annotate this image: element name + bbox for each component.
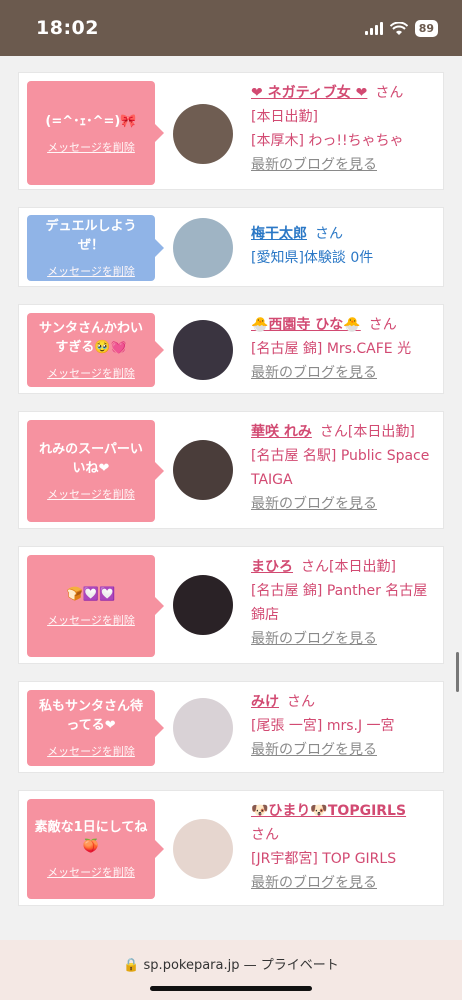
message-text: (=^･ｪ･^=)🎀 [45, 113, 137, 129]
delete-message-link[interactable]: メッセージを削除 [47, 139, 135, 155]
message-text: デュエルしようぜ！ [45, 219, 137, 253]
lock-icon: 🔒 [123, 958, 140, 973]
message-text: 素敵な1日にしてね🍑 [34, 820, 148, 854]
signal-icon [364, 22, 383, 35]
profile-name-link[interactable]: まひろ [251, 559, 293, 575]
delete-message-link[interactable]: メッセージを削除 [47, 263, 135, 279]
scrollbar[interactable] [456, 652, 459, 692]
avatar[interactable] [173, 218, 233, 278]
profile-name-link[interactable]: 🐶ひまり🐶TOPGIRLS [251, 803, 406, 819]
honorific: さん [251, 827, 279, 843]
message-bubble: サンタさんかわいすぎる🥹💓 メッセージを削除 [27, 313, 164, 387]
delete-message-link[interactable]: メッセージを削除 [47, 743, 135, 759]
delete-message-link[interactable]: メッセージを削除 [47, 486, 135, 502]
avatar[interactable] [173, 698, 233, 758]
honorific: さん [319, 424, 348, 440]
detail-line: [名古屋 名駅] Public Space TAIGA [251, 448, 430, 488]
honorific: さん [315, 226, 343, 242]
message-text: 私もサンタさん待ってる❤︎ [38, 699, 143, 733]
delete-message-link[interactable]: メッセージを削除 [47, 864, 135, 880]
message-bubble: 🍞💟💟 メッセージを削除 [27, 555, 164, 657]
detail-line: [愛知県]体験談 0件 [251, 250, 374, 266]
message-text: サンタさんかわいすぎる🥹💓 [38, 321, 143, 355]
battery-icon: 89 [414, 20, 438, 37]
home-indicator[interactable] [150, 986, 312, 991]
message-bubble: れみのスーパーいいね❤︎ メッセージを削除 [27, 420, 164, 522]
detail-line: [本厚木] わっ!!ちゃちゃ [251, 133, 404, 149]
avatar[interactable] [173, 819, 233, 879]
latest-blog-link[interactable]: 最新のブログを見る [251, 153, 437, 177]
honorific: さん [301, 559, 329, 575]
message-card: 素敵な1日にしてね🍑 メッセージを削除 🐶ひまり🐶TOPGIRLS さん [JR… [18, 790, 444, 906]
honorific: さん [287, 694, 315, 710]
latest-blog-link[interactable]: 最新のブログを見る [251, 738, 437, 762]
message-bubble: 私もサンタさん待ってる❤︎ メッセージを削除 [27, 690, 164, 766]
detail-line: [名古屋 錦] Panther 名古屋錦店 [251, 583, 428, 623]
status-time: 18:02 [36, 17, 99, 39]
latest-blog-link[interactable]: 最新のブログを見る [251, 361, 437, 385]
profile-name-link[interactable]: ❤︎ ネガティブ女 ❤︎ [251, 85, 367, 101]
message-card: デュエルしようぜ！ メッセージを削除 梅干太郎 さん [愛知県]体験談 0件 [18, 207, 444, 287]
avatar[interactable] [173, 575, 233, 635]
message-card: れみのスーパーいいね❤︎ メッセージを削除 華咲 れみ さん[本日出勤] [名古屋… [18, 411, 444, 529]
address-text[interactable]: 🔒 sp.pokepara.jp — プライベート [0, 954, 462, 973]
message-text: れみのスーパーいいね❤︎ [39, 442, 143, 476]
message-text: 🍞💟💟 [66, 586, 116, 602]
honorific: さん [368, 317, 397, 333]
delete-message-link[interactable]: メッセージを削除 [47, 612, 135, 628]
message-bubble: (=^･ｪ･^=)🎀 メッセージを削除 [27, 81, 164, 185]
status-bar: 18:02 89 [0, 0, 462, 56]
detail-line: [名古屋 錦] Mrs.CAFE 光 [251, 341, 412, 357]
message-list: (=^･ｪ･^=)🎀 メッセージを削除 ❤︎ ネガティブ女 ❤︎ さん [本日出勤… [18, 72, 444, 923]
detail-line: [尾張 一宮] mrs.J 一宮 [251, 718, 395, 734]
message-card: サンタさんかわいすぎる🥹💓 メッセージを削除 🐣西園寺 ひな🐣 さん [名古屋 錦… [18, 304, 444, 394]
status-tag: [本日出勤] [347, 424, 415, 440]
browser-address-bar[interactable]: 🔒 sp.pokepara.jp — プライベート [0, 940, 462, 1000]
avatar[interactable] [173, 440, 233, 500]
delete-message-link[interactable]: メッセージを削除 [47, 365, 135, 381]
avatar[interactable] [173, 104, 233, 164]
message-card: 🍞💟💟 メッセージを削除 まひろ さん[本日出勤] [名古屋 錦] Panther… [18, 546, 444, 664]
wifi-icon [389, 21, 408, 35]
message-card: (=^･ｪ･^=)🎀 メッセージを削除 ❤︎ ネガティブ女 ❤︎ さん [本日出勤… [18, 72, 444, 190]
latest-blog-link[interactable]: 最新のブログを見る [251, 871, 437, 895]
detail-line: [JR宇都宮] TOP GIRLS [251, 851, 397, 867]
profile-name-link[interactable]: 華咲 れみ [251, 424, 312, 440]
honorific: さん [375, 85, 404, 101]
private-label: プライベート [260, 958, 339, 973]
status-icons: 89 [364, 20, 438, 37]
message-bubble: デュエルしようぜ！ メッセージを削除 [27, 215, 164, 281]
profile-name-link[interactable]: 梅干太郎 [251, 226, 307, 242]
avatar[interactable] [173, 320, 233, 380]
detail-line: [本日出勤] [251, 109, 318, 125]
status-tag: [本日出勤] [329, 559, 396, 575]
profile-name-link[interactable]: 🐣西園寺 ひな🐣 [251, 317, 361, 333]
profile-name-link[interactable]: みけ [251, 694, 279, 710]
message-bubble: 素敵な1日にしてね🍑 メッセージを削除 [27, 799, 164, 899]
latest-blog-link[interactable]: 最新のブログを見る [251, 627, 437, 651]
separator: — [243, 958, 261, 973]
latest-blog-link[interactable]: 最新のブログを見る [251, 492, 437, 516]
url-text: sp.pokepara.jp [143, 958, 240, 973]
message-card: 私もサンタさん待ってる❤︎ メッセージを削除 みけ さん [尾張 一宮] mrs.… [18, 681, 444, 773]
